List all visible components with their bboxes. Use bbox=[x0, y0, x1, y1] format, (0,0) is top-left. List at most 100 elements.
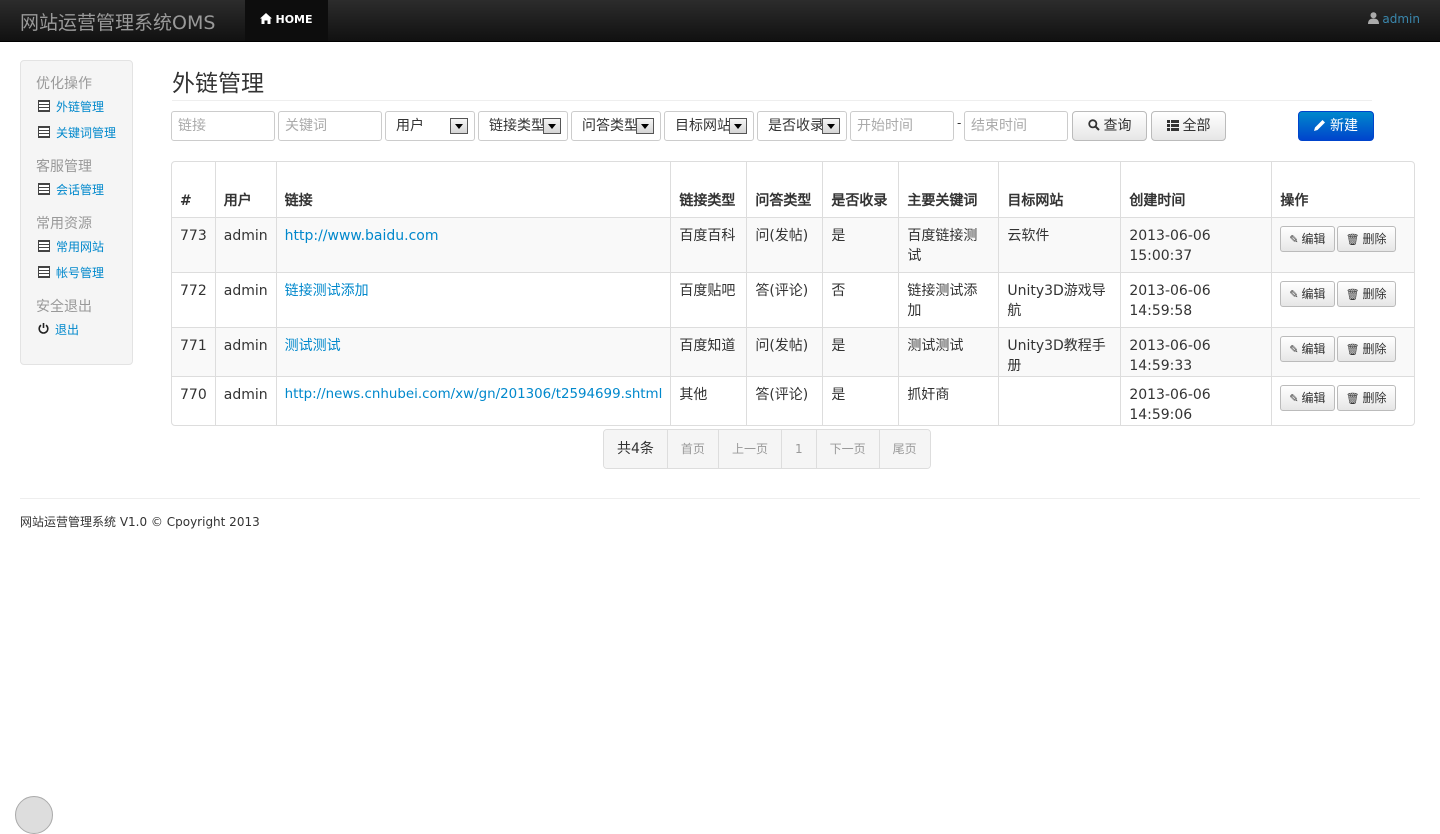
indexed-select[interactable]: 是否收录 bbox=[757, 111, 847, 141]
pagination-first[interactable]: 首页 bbox=[666, 430, 718, 468]
sidebar-item-external-links[interactable]: 外链管理 bbox=[21, 94, 132, 120]
new-button[interactable]: 新建 bbox=[1298, 111, 1374, 141]
row-link[interactable]: http://news.cnhubei.com/xw/gn/201306/t25… bbox=[285, 387, 663, 402]
edit-button[interactable]: ✎ 编辑 bbox=[1280, 336, 1335, 362]
delete-label: 删除 bbox=[1362, 232, 1387, 246]
user-select[interactable]: 用户 bbox=[385, 111, 475, 141]
list-icon bbox=[38, 240, 50, 252]
edit-button[interactable]: ✎ 编辑 bbox=[1280, 281, 1335, 307]
home-icon bbox=[260, 1, 273, 41]
row-indexed: 是 bbox=[822, 376, 899, 425]
link-type-select-value: 链接类型 bbox=[489, 118, 545, 134]
sidebar-item-logout[interactable]: 退出 bbox=[21, 317, 132, 343]
target-site-select[interactable]: 目标网站 bbox=[664, 111, 754, 141]
chevron-down-icon bbox=[729, 118, 747, 134]
row-qa-type: 答(评论) bbox=[746, 376, 823, 425]
edit-icon: ✎ bbox=[1289, 233, 1299, 246]
delete-button[interactable]: 🗑 删除 bbox=[1336, 336, 1396, 362]
row-target: Unity3D游戏导航 bbox=[998, 272, 1121, 327]
qa-type-select[interactable]: 问答类型 bbox=[571, 111, 661, 141]
row-qa-type: 问(发帖) bbox=[746, 217, 823, 272]
sidebar-section-title: 安全退出 bbox=[36, 299, 92, 315]
user-menu[interactable]: admin bbox=[1368, 12, 1420, 27]
sidebar-item-label: 外链管理 bbox=[56, 100, 105, 114]
table-row: 771 admin 测试测试 百度知道 问(发帖) 是 测试测试 Unity3D… bbox=[172, 327, 1415, 376]
column-header[interactable]: 是否收录 bbox=[822, 162, 898, 217]
column-header[interactable]: 创建时间 bbox=[1120, 162, 1271, 217]
delete-button[interactable]: 🗑 删除 bbox=[1336, 281, 1396, 307]
all-button[interactable]: 全部 bbox=[1151, 111, 1226, 141]
sidebar-item-accounts[interactable]: 帐号管理 bbox=[21, 260, 132, 286]
delete-label: 删除 bbox=[1362, 342, 1387, 356]
column-header[interactable]: 链接类型 bbox=[670, 162, 746, 217]
trash-icon: 🗑 bbox=[1345, 233, 1360, 246]
row-keyword: 百度链接测试 bbox=[898, 217, 999, 272]
top-navbar: 网站运营管理系统OMS HOME admin bbox=[0, 0, 1440, 42]
column-header[interactable]: 主要关键词 bbox=[898, 162, 998, 217]
pagination-prev[interactable]: 上一页 bbox=[717, 430, 781, 468]
delete-button[interactable]: 🗑 删除 bbox=[1336, 385, 1396, 411]
sidebar-item-keywords[interactable]: 关键词管理 bbox=[21, 120, 132, 146]
column-header[interactable]: 用户 bbox=[214, 162, 276, 217]
column-header[interactable]: # bbox=[172, 162, 215, 217]
column-header[interactable]: 链接 bbox=[275, 162, 671, 217]
sidebar-item-label: 退出 bbox=[55, 323, 80, 337]
nav-home-tab[interactable]: HOME bbox=[245, 0, 328, 41]
link-type-select[interactable]: 链接类型 bbox=[478, 111, 568, 141]
delete-label: 删除 bbox=[1362, 287, 1387, 301]
user-select-value: 用户 bbox=[396, 118, 424, 134]
delete-label: 删除 bbox=[1362, 391, 1387, 405]
row-id: 771 bbox=[172, 327, 215, 376]
row-keyword: 测试测试 bbox=[898, 327, 999, 376]
row-id: 773 bbox=[172, 217, 215, 272]
keyword-input[interactable]: 关键词 bbox=[278, 111, 382, 141]
row-link[interactable]: http://www.baidu.com bbox=[285, 228, 439, 244]
link-input[interactable]: 链接 bbox=[171, 111, 275, 141]
end-time-input[interactable]: 结束时间 bbox=[964, 111, 1068, 141]
sidebar: 优化操作 外链管理 关键词管理 客服管理 会话管理 常用资源 常用网站 帐号管理… bbox=[20, 60, 133, 365]
user-name: admin bbox=[1382, 12, 1420, 26]
column-header[interactable]: 问答类型 bbox=[746, 162, 822, 217]
brand-title[interactable]: 网站运营管理系统OMS bbox=[20, 8, 215, 35]
sidebar-item-label: 帐号管理 bbox=[56, 266, 105, 280]
row-link[interactable]: 链接测试添加 bbox=[285, 283, 369, 299]
column-header[interactable]: 目标网站 bbox=[998, 162, 1120, 217]
chevron-down-icon bbox=[636, 118, 654, 134]
sidebar-section-title: 优化操作 bbox=[36, 76, 92, 92]
chevron-down-icon bbox=[450, 118, 468, 134]
row-user: admin bbox=[214, 272, 276, 327]
trash-icon: 🗑 bbox=[1345, 392, 1360, 405]
row-id: 770 bbox=[172, 376, 215, 425]
edit-label: 编辑 bbox=[1301, 232, 1326, 246]
pagination: 共4条 首页 上一页 1 下一页 尾页 bbox=[603, 429, 931, 469]
row-link-type: 百度贴吧 bbox=[670, 272, 747, 327]
table-row: 770 admin http://news.cnhubei.com/xw/gn/… bbox=[172, 376, 1415, 425]
sidebar-item-common-sites[interactable]: 常用网站 bbox=[21, 234, 132, 260]
corner-badge-icon bbox=[15, 796, 53, 834]
chevron-down-icon bbox=[543, 118, 561, 134]
row-created: 2013-06-06 15:00:37 bbox=[1120, 217, 1272, 272]
start-time-input[interactable]: 开始时间 bbox=[850, 111, 954, 141]
row-indexed: 否 bbox=[822, 272, 899, 327]
table-header-row: # 用户 链接 链接类型 问答类型 是否收录 主要关键词 目标网站 创建时间 操… bbox=[172, 162, 1414, 217]
list-icon bbox=[38, 183, 50, 195]
row-keyword: 链接测试添加 bbox=[898, 272, 999, 327]
query-button[interactable]: 查询 bbox=[1072, 111, 1147, 141]
row-indexed: 是 bbox=[822, 327, 899, 376]
row-indexed: 是 bbox=[822, 217, 899, 272]
row-target: 云软件 bbox=[998, 217, 1121, 272]
edit-label: 编辑 bbox=[1301, 287, 1326, 301]
edit-button[interactable]: ✎ 编辑 bbox=[1280, 385, 1335, 411]
pagination-next[interactable]: 下一页 bbox=[815, 430, 879, 468]
row-link-type: 百度知道 bbox=[670, 327, 747, 376]
title-divider bbox=[172, 100, 1372, 101]
sidebar-section-title: 客服管理 bbox=[36, 159, 92, 175]
edit-button[interactable]: ✎ 编辑 bbox=[1280, 226, 1335, 252]
delete-button[interactable]: 🗑 删除 bbox=[1336, 226, 1396, 252]
pagination-current[interactable]: 1 bbox=[780, 430, 816, 468]
pagination-last[interactable]: 尾页 bbox=[878, 430, 930, 468]
row-link[interactable]: 测试测试 bbox=[285, 338, 341, 354]
new-label: 新建 bbox=[1330, 118, 1358, 134]
range-separator: - bbox=[957, 116, 962, 130]
sidebar-item-sessions[interactable]: 会话管理 bbox=[21, 177, 132, 203]
